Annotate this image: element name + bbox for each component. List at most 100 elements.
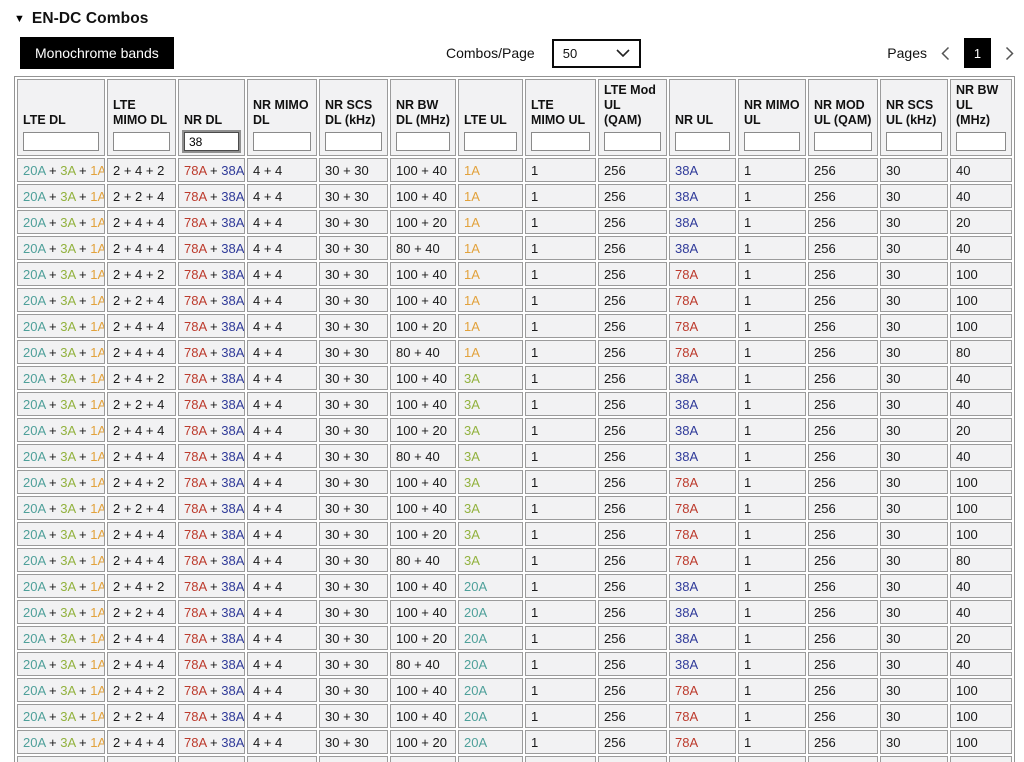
lte_mimo_dl-cell: 2 + 4 + 4 <box>107 418 176 442</box>
lte_ul-cell: 20A <box>458 704 523 728</box>
filter-input-nr_scs_dl[interactable] <box>325 132 382 151</box>
lte_mod_ul-cell: 256 <box>598 184 667 208</box>
band-value: 38A <box>675 214 699 230</box>
nr_bw_ul-cell: 40 <box>950 366 1012 390</box>
lte_mod_ul-cell: 256 <box>598 626 667 650</box>
band-value: 38A <box>221 526 245 542</box>
band-value: 38A <box>675 162 699 178</box>
band-value: 38A <box>221 422 245 438</box>
band-value: 38A <box>221 682 245 698</box>
plus-separator: + <box>45 708 61 724</box>
band-value: 38A <box>221 292 245 308</box>
filter-input-lte_mod_ul[interactable] <box>604 132 661 151</box>
lte_ul-cell: 1A <box>458 184 523 208</box>
nr_scs_dl-cell: 30 + 30 <box>319 470 388 494</box>
monochrome-bands-button[interactable]: Monochrome bands <box>20 37 174 69</box>
column-header-nr_scs_ul: NR SCS UL (kHz) <box>880 79 948 156</box>
nr_mod_ul-cell: 256 <box>808 340 878 364</box>
nr_bw_dl-cell: 80 + 40 <box>390 548 456 572</box>
band-value: 78A <box>675 526 699 542</box>
band-value: 1A <box>464 318 480 334</box>
nr_bw_ul-cell: 40 <box>950 184 1012 208</box>
table-row: 20A + 3A + 1A 2 + 2 + 4 78A + 38A 4 + 4 30 +… <box>17 184 1012 208</box>
band-value: 78A <box>184 344 207 360</box>
lte_mod_ul-cell: 256 <box>598 210 667 234</box>
lte_ul-cell: 1A <box>458 314 523 338</box>
table-body: 20A + 3A + 1A 2 + 4 + 2 78A + 38A 4 + 4 30 +… <box>17 158 1012 762</box>
lte_mimo_ul-cell: 1 <box>525 470 596 494</box>
table-row: 20A + 3A + 1A2 + 4 + 478A + 38A4 + 430 +… <box>17 730 1012 754</box>
nr_mod_ul-cell: 256 <box>808 600 878 624</box>
filter-input-nr_scs_ul[interactable] <box>886 132 942 151</box>
nr_mod_ul-cell: 256 <box>808 366 878 390</box>
nr_mod_ul-cell: 256 <box>808 548 878 572</box>
nr_bw_ul-cell: 40 <box>950 652 1012 676</box>
lte_mimo_ul-cell: 1 <box>525 496 596 520</box>
table-row: 20A + 3A + 1A2 + 4 + 478A + 38A4 + 430 +… <box>17 444 1012 468</box>
nr_dl-cell: 78A + 38A <box>178 288 245 312</box>
band-value: 20A <box>23 188 46 204</box>
filter-input-lte_mimo_dl[interactable] <box>113 132 170 151</box>
band-value: 1A <box>90 526 105 542</box>
band-value: 3A <box>60 422 76 438</box>
lte_ul-cell: 20A <box>458 626 523 650</box>
plus-separator: + <box>45 370 61 386</box>
plus-separator: + <box>45 604 61 620</box>
nr_bw_ul-cell: 100 <box>950 470 1012 494</box>
band-value: 3A <box>60 526 76 542</box>
plus-separator: + <box>206 656 222 672</box>
prev-page-icon[interactable] <box>941 46 950 61</box>
filter-input-lte_mimo_ul[interactable] <box>531 132 590 151</box>
nr_scs_dl-cell: 30 + 30 <box>319 756 388 762</box>
band-value: 1A <box>90 448 105 464</box>
band-value: 78A <box>675 552 699 568</box>
table-row: 20A + 3A + 1A2 + 4 + 478A + 38A4 + 430 +… <box>17 210 1012 234</box>
band-value: 20A <box>464 708 488 724</box>
filter-input-nr_ul[interactable] <box>675 132 730 151</box>
section-header[interactable]: ▼ EN-DC Combos <box>14 10 1014 28</box>
nr_scs_dl-cell: 30 + 30 <box>319 184 388 208</box>
collapse-triangle-icon[interactable]: ▼ <box>14 13 25 25</box>
filter-input-nr_bw_ul[interactable] <box>956 132 1006 151</box>
band-value: 78A <box>675 500 699 516</box>
band-value: 1A <box>90 682 105 698</box>
nr_mimo_dl-cell: 4 + 4 <box>247 262 317 286</box>
band-value: 20A <box>23 734 46 750</box>
filter-input-lte_dl[interactable] <box>23 132 99 151</box>
band-value: 1A <box>464 188 480 204</box>
filter-input-nr_mimo_dl[interactable] <box>253 132 311 151</box>
band-value: 20A <box>23 344 46 360</box>
filter-input-nr_dl[interactable] <box>182 130 241 153</box>
combos-per-page-control: Combos/Page 50 <box>446 38 641 68</box>
nr_mimo_dl-cell: 4 + 4 <box>247 470 317 494</box>
nr_mod_ul-cell: 256 <box>808 288 878 312</box>
lte_mimo_ul-cell: 1 <box>525 730 596 754</box>
lte_mimo_ul-cell: 1 <box>525 522 596 546</box>
nr_mimo_dl-cell: 4 + 4 <box>247 158 317 182</box>
nr_bw_ul-cell: 100 <box>950 288 1012 312</box>
lte_ul-cell: 1A <box>458 236 523 260</box>
next-page-icon[interactable] <box>1005 46 1014 61</box>
table-row: 20A + 3A + 1A2 + 4 + 478A + 38A4 + 430 +… <box>17 756 1012 762</box>
filter-input-nr_bw_dl[interactable] <box>396 132 450 151</box>
nr_dl-cell: 78A + 38A <box>178 730 245 754</box>
band-value: 3A <box>60 448 76 464</box>
nr_bw_dl-cell: 100 + 40 <box>390 574 456 598</box>
nr_scs_dl-cell: 30 + 30 <box>319 262 388 286</box>
lte_dl-cell: 20A + 3A + 1A <box>17 496 105 520</box>
nr_ul-cell: 38A <box>669 574 736 598</box>
nr_scs_ul-cell: 30 <box>880 756 948 762</box>
filter-input-nr_mimo_ul[interactable] <box>744 132 800 151</box>
nr_scs_ul-cell: 30 <box>880 522 948 546</box>
lte_ul-cell: 1A <box>458 158 523 182</box>
filter-input-nr_mod_ul[interactable] <box>814 132 872 151</box>
nr_mimo_ul-cell: 1 <box>738 522 806 546</box>
band-value: 38A <box>221 240 245 256</box>
nr_ul-cell: 38A <box>669 626 736 650</box>
current-page-indicator[interactable]: 1 <box>964 38 991 68</box>
plus-separator: + <box>75 734 91 750</box>
combos-per-page-select[interactable]: 50 <box>551 38 641 68</box>
nr_scs_dl-cell: 30 + 30 <box>319 340 388 364</box>
filter-input-lte_ul[interactable] <box>464 132 517 151</box>
column-label: NR BW DL (MHz) <box>396 98 450 127</box>
